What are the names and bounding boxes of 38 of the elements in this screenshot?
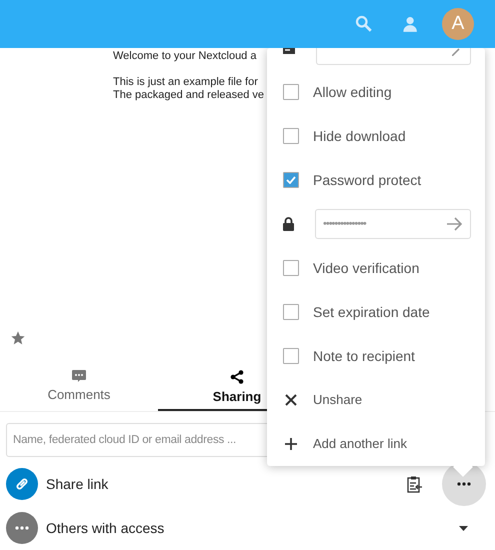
more-icon	[457, 482, 471, 486]
share-label: Others with access	[46, 518, 166, 538]
option-label[interactable]: Note to recipient	[313, 346, 415, 366]
share-icon	[230, 370, 244, 384]
menu-action[interactable]: Unshare	[313, 390, 362, 410]
checkbox[interactable]	[283, 260, 299, 276]
checkbox[interactable]	[283, 172, 299, 188]
option-label[interactable]: Hide download	[313, 126, 406, 146]
close-icon	[285, 394, 297, 406]
checkbox[interactable]	[283, 84, 299, 100]
comment-icon	[72, 370, 86, 382]
document-line: This is just an example file for	[113, 76, 259, 89]
share-label: Share link	[46, 474, 110, 494]
label-field[interactable]	[316, 48, 471, 65]
checkmark-icon	[286, 176, 296, 184]
option-label[interactable]: Video verification	[313, 258, 420, 278]
tab-label: Sharing	[212, 388, 262, 406]
star-icon[interactable]	[10, 330, 26, 346]
sidebar-tab[interactable]: Comments	[0, 365, 158, 411]
option-label[interactable]: Set expiration date	[313, 302, 430, 322]
tab-label: Comments	[48, 386, 110, 404]
submit-arrow-icon[interactable]	[447, 217, 463, 231]
plus-icon	[285, 438, 297, 450]
search-icon[interactable]	[355, 15, 373, 33]
option-label[interactable]: Allow editing	[313, 82, 392, 102]
checkbox[interactable]	[283, 348, 299, 364]
dropdown-icon[interactable]	[459, 526, 468, 530]
menu-action[interactable]: Add another link	[313, 434, 407, 454]
option-label[interactable]: Password protect	[313, 170, 422, 190]
password-value: •••••••••••••••	[323, 216, 368, 232]
clipboard-icon[interactable]	[407, 476, 423, 492]
lock-icon	[283, 217, 294, 231]
more-icon	[6, 512, 38, 544]
document-line: The packaged and released ve	[113, 89, 264, 102]
checkbox[interactable]	[283, 304, 299, 320]
link-icon	[6, 468, 38, 500]
checkbox[interactable]	[283, 128, 299, 144]
document-line: Welcome to your Nextcloud a	[113, 50, 258, 63]
